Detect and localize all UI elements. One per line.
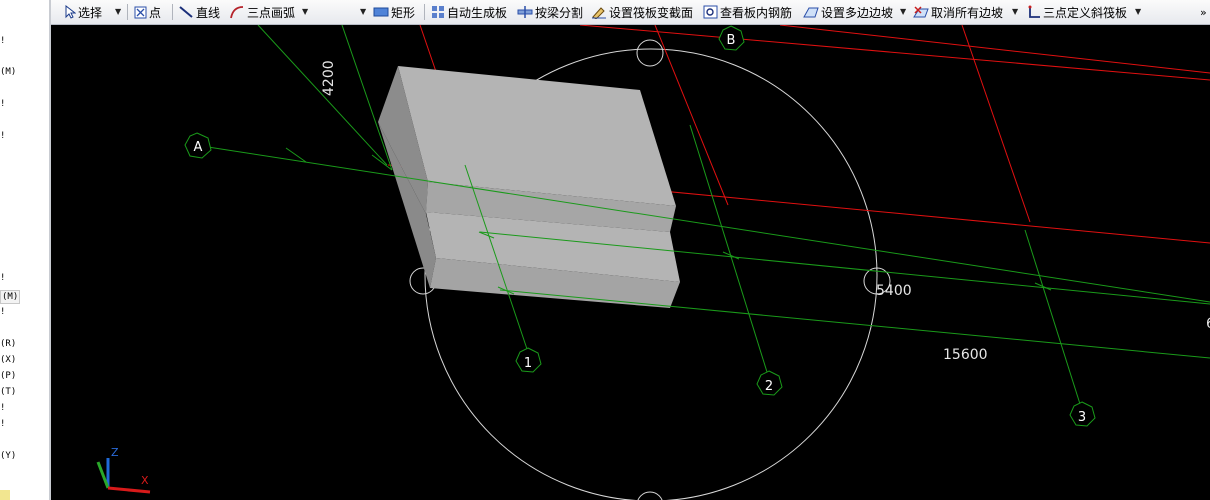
panel-item[interactable]: (R): [0, 338, 16, 350]
set-variable-section-label: 设置筏板变截面: [609, 5, 694, 20]
set-multi-edge-slope-button[interactable]: 设置多边边坡: [803, 0, 893, 24]
grid-blocks-icon: [432, 6, 444, 18]
axis-bubble-a[interactable]: A: [184, 132, 212, 159]
axis-label-1: 1: [524, 356, 532, 371]
panel-item[interactable]: (M): [0, 66, 16, 78]
panel-mark: !: [0, 307, 6, 317]
arc-dropdown-caret[interactable]: ▼: [302, 0, 308, 24]
coordinate-triad: Z X: [96, 446, 151, 494]
grid-line-3: [1024, 229, 1081, 405]
line-icon: [179, 6, 193, 18]
select-tool-label: 选择: [78, 5, 103, 20]
orbit-handle-bottom[interactable]: [637, 491, 663, 500]
point-box-icon: [134, 6, 147, 18]
select-dropdown-caret[interactable]: ▼: [115, 0, 121, 24]
axis-bubble-b[interactable]: B: [718, 25, 745, 51]
panel-item[interactable]: (P): [0, 370, 16, 382]
beam-line-top-b: [779, 25, 1210, 74]
rebar-view-icon: [703, 5, 718, 19]
rectangle-icon: [373, 7, 389, 17]
line-tool-button[interactable]: 直线: [178, 0, 220, 24]
view-slab-rebar-button[interactable]: 查看板内钢筋: [703, 0, 792, 24]
grid-line-2: [689, 124, 768, 373]
panel-mark: !: [0, 403, 6, 413]
split-by-beam-label: 按梁分割: [535, 5, 584, 20]
slope-edge-icon: [803, 7, 819, 18]
rectangle-tool-label: 矩形: [391, 5, 416, 20]
cancel-dropdown-caret[interactable]: ▼: [1012, 0, 1018, 24]
cursor-arrow-icon: [65, 5, 76, 19]
panel-mark: !: [0, 99, 6, 109]
line-tool-label: 直线: [196, 5, 221, 20]
raft-slab-block[interactable]: [378, 66, 680, 308]
beam-line-diag-3: [961, 25, 1031, 223]
panel-highlight-chip: [0, 490, 10, 500]
grid-line-4200-right: [341, 25, 393, 171]
toolbar-separator: [424, 4, 425, 20]
toolbar-overflow-button[interactable]: »: [1200, 0, 1207, 24]
point-tool-button[interactable]: 点: [134, 0, 161, 24]
panel-mark: !: [0, 273, 6, 283]
shape-dropdown-caret[interactable]: ▼: [360, 0, 366, 24]
axis-bubble-1[interactable]: 1: [515, 347, 542, 373]
three-point-slope-icon: [1028, 5, 1040, 18]
orbit-handle-top[interactable]: [636, 39, 664, 67]
beam-line-top-a: [579, 25, 1210, 81]
section-pencil-icon: [592, 7, 606, 19]
panel-mark: !: [0, 131, 6, 141]
dimension-label-4200: 4200: [321, 60, 337, 96]
slope-dropdown-caret[interactable]: ▼: [900, 0, 906, 24]
view-slab-rebar-label: 查看板内钢筋: [720, 5, 793, 20]
cancel-all-slopes-button[interactable]: 取消所有边坡: [913, 0, 1003, 24]
ribbon-toolbar: 选择 ▼ 点 直线 三点画弧 ▼ ▼ 矩形 自动生成板 按梁分割 设置筏板变截面…: [0, 0, 1210, 25]
triad-x-label: X: [141, 474, 149, 487]
three-point-arc-button[interactable]: 三点画弧: [229, 0, 295, 24]
toolbar-separator: [127, 4, 128, 20]
cancel-slope-icon: [913, 6, 929, 18]
axis-grid: [207, 25, 1210, 405]
axis-label-3: 3: [1078, 410, 1086, 425]
grid-line-bottom: [499, 289, 1210, 359]
sloped-raft-dropdown-caret[interactable]: ▼: [1135, 0, 1141, 24]
3d-viewport[interactable]: A B 1 2 3 4200 5400 15600 6 Z X: [52, 25, 1210, 500]
three-point-arc-label: 三点画弧: [247, 5, 296, 20]
panel-item[interactable]: (X): [0, 354, 16, 366]
set-multi-edge-slope-label: 设置多边边坡: [821, 5, 894, 20]
cancel-all-slopes-label: 取消所有边坡: [931, 5, 1004, 20]
axis-label-2: 2: [765, 379, 773, 394]
dimension-label-15600: 15600: [943, 347, 988, 363]
panel-mark: !: [0, 36, 6, 46]
panel-item-selected[interactable]: (M): [0, 290, 21, 304]
three-point-sloped-raft-button[interactable]: 三点定义斜筏板: [1027, 0, 1127, 24]
auto-generate-slab-label: 自动生成板: [447, 5, 508, 20]
split-by-beam-button[interactable]: 按梁分割: [517, 0, 583, 24]
three-point-sloped-raft-label: 三点定义斜筏板: [1043, 5, 1128, 20]
triad-x-axis: [107, 486, 151, 494]
axis-bubble-3[interactable]: 3: [1069, 401, 1096, 427]
scene-canvas[interactable]: A B 1 2 3 4200 5400 15600 6 Z X: [52, 25, 1210, 500]
grid-line-a: [207, 146, 1210, 303]
auto-generate-slab-button[interactable]: 自动生成板: [431, 0, 507, 24]
toolbar-separator: [172, 4, 173, 20]
dimension-label-5400: 5400: [876, 283, 912, 299]
point-tool-label: 点: [149, 5, 162, 20]
panel-item[interactable]: (Y): [0, 450, 16, 462]
left-command-panel: ! (M) ! ! ! (M) ! (R) (X) (P) (T) ! ! (Y…: [0, 0, 51, 500]
arc-icon: [230, 6, 244, 19]
panel-item[interactable]: (T): [0, 386, 16, 398]
axis-label-a: A: [194, 140, 203, 155]
axis-label-b: B: [727, 33, 736, 48]
triad-z-label: Z: [111, 446, 119, 459]
rectangle-tool-button[interactable]: 矩形: [373, 0, 415, 24]
select-tool-button[interactable]: 选择: [64, 0, 102, 24]
dimension-label-edge: 6: [1206, 316, 1210, 332]
panel-mark: !: [0, 419, 6, 429]
beam-split-icon: [517, 6, 533, 18]
axis-bubble-2[interactable]: 2: [756, 370, 783, 396]
set-variable-section-button[interactable]: 设置筏板变截面: [591, 0, 693, 24]
